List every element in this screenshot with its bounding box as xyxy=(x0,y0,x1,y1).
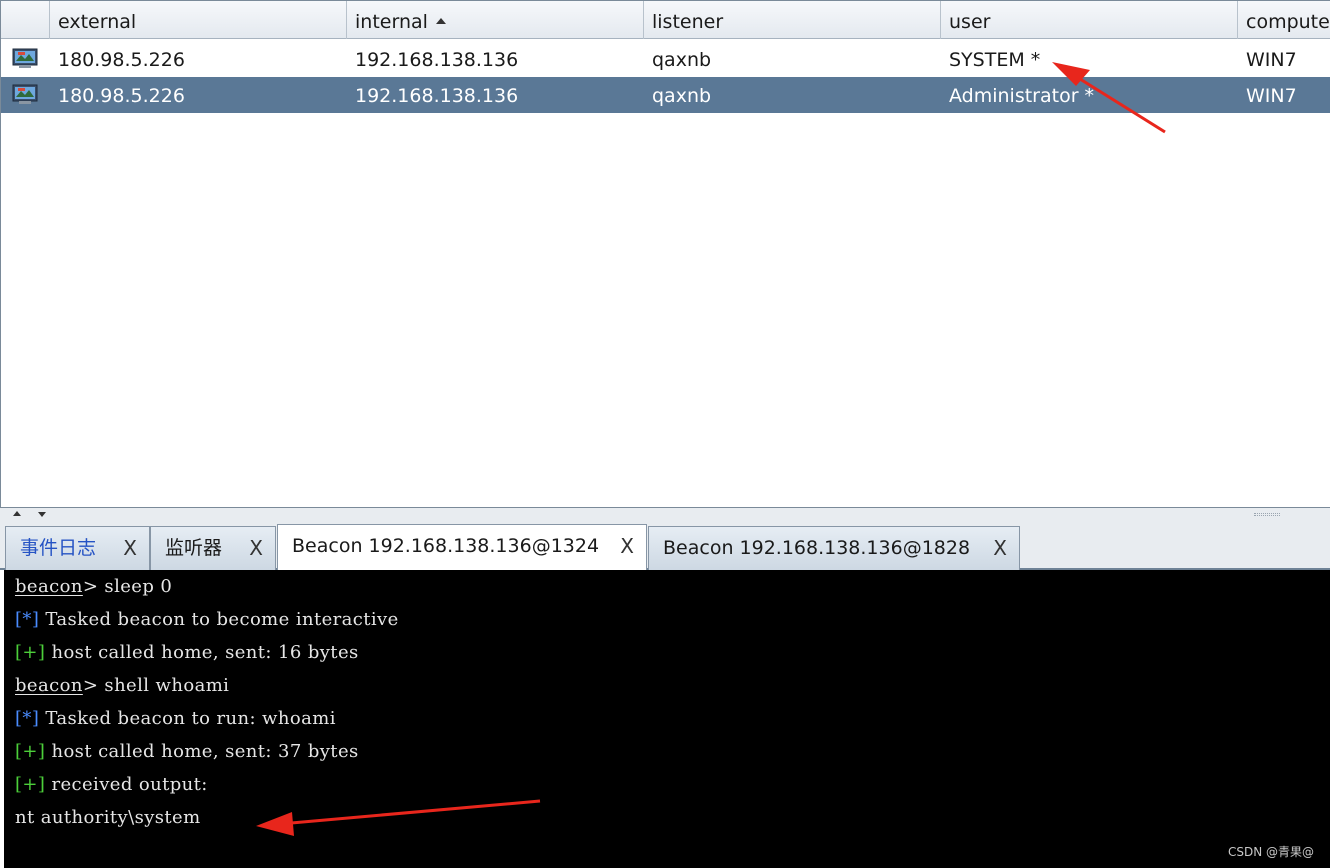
column-header-icon[interactable] xyxy=(1,1,50,39)
column-header-listener-label: listener xyxy=(652,11,724,33)
tab-beacon-1828-label: Beacon 192.168.138.136@1828 xyxy=(663,537,971,559)
cell-listener: qaxnb xyxy=(652,49,712,71)
beacon-console[interactable]: beacon> sleep 0 [*] Tasked beacon to bec… xyxy=(4,570,1330,868)
collapse-up-icon[interactable] xyxy=(13,511,21,516)
pane-splitter[interactable] xyxy=(0,508,1330,522)
close-icon[interactable]: X xyxy=(620,525,634,567)
console-command: > sleep 0 xyxy=(82,576,173,597)
monitor-icon xyxy=(12,84,38,104)
console-text: Tasked beacon to become interactive xyxy=(39,609,399,630)
info-marker: [*] xyxy=(15,708,40,729)
cell-computer: WIN7 xyxy=(1246,85,1297,107)
table-header: external internal listener user computer xyxy=(1,1,1330,39)
cell-computer: WIN7 xyxy=(1246,49,1297,71)
column-header-external-label: external xyxy=(58,11,137,33)
tab-listeners[interactable]: 监听器 X xyxy=(150,526,276,570)
console-line: [*] Tasked beacon to become interactive xyxy=(15,609,399,639)
close-icon[interactable]: X xyxy=(123,527,137,569)
column-header-user-label: user xyxy=(949,11,991,33)
column-header-internal[interactable]: internal xyxy=(347,1,644,39)
console-prompt: beacon xyxy=(15,675,83,696)
tab-listeners-label: 监听器 xyxy=(165,537,223,559)
cell-user: Administrator * xyxy=(949,85,1095,107)
tab-event-log-label: 事件日志 xyxy=(20,537,97,559)
monitor-icon xyxy=(12,48,38,68)
sessions-table: external internal listener user computer… xyxy=(0,0,1330,508)
cell-external: 180.98.5.226 xyxy=(58,85,185,107)
watermark: CSDN @青果@ xyxy=(1227,845,1314,859)
tab-beacon-1324-label: Beacon 192.168.138.136@1324 xyxy=(292,535,600,557)
tab-event-log[interactable]: 事件日志 X xyxy=(5,526,150,570)
splitter-grip-icon[interactable] xyxy=(1254,513,1280,516)
ok-marker: [+] xyxy=(15,774,46,795)
collapse-down-icon[interactable] xyxy=(38,512,46,517)
column-header-listener[interactable]: listener xyxy=(644,1,941,39)
console-text: Tasked beacon to run: whoami xyxy=(39,708,336,729)
console-prompt: beacon xyxy=(15,576,83,597)
sort-ascending-icon xyxy=(435,18,446,24)
close-icon[interactable]: X xyxy=(249,527,263,569)
cell-listener: qaxnb xyxy=(652,85,712,107)
console-line: [+] host called home, sent: 16 bytes xyxy=(15,642,359,672)
table-row-selected[interactable]: 180.98.5.226 192.168.138.136 qaxnb Admin… xyxy=(1,77,1330,113)
console-line: [+] received output: xyxy=(15,774,208,804)
console-line: [+] host called home, sent: 37 bytes xyxy=(15,741,359,771)
console-output-line: nt authority\system xyxy=(15,807,201,837)
tab-beacon-1324[interactable]: Beacon 192.168.138.136@1324 X xyxy=(277,524,647,570)
column-header-internal-label: internal xyxy=(355,11,428,33)
close-icon[interactable]: X xyxy=(993,527,1007,569)
info-marker: [*] xyxy=(15,609,40,630)
column-header-computer-label: computer xyxy=(1246,11,1330,33)
column-header-user[interactable]: user xyxy=(941,1,1238,39)
console-text: host called home, sent: 37 bytes xyxy=(45,741,359,762)
cell-external: 180.98.5.226 xyxy=(58,49,185,71)
console-command: > shell whoami xyxy=(82,675,230,696)
console-line: [*] Tasked beacon to run: whoami xyxy=(15,708,336,738)
table-row[interactable]: 180.98.5.226 192.168.138.136 qaxnb SYSTE… xyxy=(1,41,1330,77)
console-text: received output: xyxy=(45,774,208,795)
tab-beacon-1828[interactable]: Beacon 192.168.138.136@1828 X xyxy=(648,526,1020,570)
cell-internal: 192.168.138.136 xyxy=(355,49,519,71)
ok-marker: [+] xyxy=(15,741,46,762)
console-line: beacon> sleep 0 xyxy=(15,576,172,606)
cell-internal: 192.168.138.136 xyxy=(355,85,519,107)
cell-user: SYSTEM * xyxy=(949,49,1041,71)
console-text: host called home, sent: 16 bytes xyxy=(45,642,359,663)
console-output: nt authority\system xyxy=(15,807,201,828)
column-header-computer[interactable]: computer xyxy=(1238,1,1330,39)
tab-strip: 事件日志 X 监听器 X Beacon 192.168.138.136@1324… xyxy=(0,522,1330,570)
column-header-external[interactable]: external xyxy=(50,1,347,39)
console-line: beacon> shell whoami xyxy=(15,675,229,705)
ok-marker: [+] xyxy=(15,642,46,663)
